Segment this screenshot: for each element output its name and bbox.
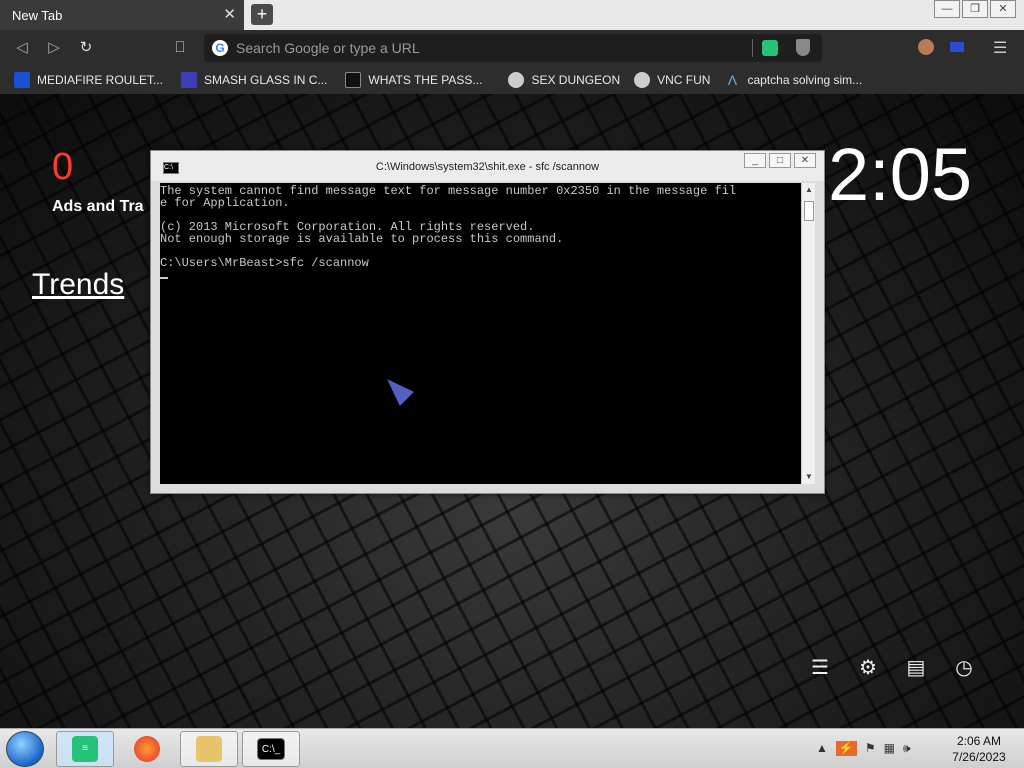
- address-placeholder: Search Google or type a URL: [236, 40, 420, 56]
- maximize-button[interactable]: ❐: [962, 0, 988, 18]
- shield-icon[interactable]: [796, 39, 810, 56]
- console-line: Not enough storage is available to proce…: [160, 232, 564, 246]
- lock-icon: [345, 72, 362, 88]
- console-line: e for Application.: [160, 196, 290, 210]
- bookmark-item[interactable]: SEX DUNGEON: [508, 72, 620, 88]
- console-prompt: C:\Users\MrBeast>sfc /scannow: [160, 256, 369, 270]
- reload-icon[interactable]: ↻: [76, 38, 96, 58]
- text-cursor: [160, 277, 168, 279]
- bookmarks-bar: MEDIAFIRE ROULET... SMASH GLASS IN C... …: [0, 66, 1024, 94]
- google-icon: G: [212, 40, 228, 56]
- folder-icon: [196, 736, 222, 762]
- close-tab-icon[interactable]: ✕: [223, 5, 236, 23]
- lambda-icon: Λ: [727, 72, 738, 88]
- bookmark-item[interactable]: SMASH GLASS IN C...: [181, 72, 327, 88]
- console-minimize-button[interactable]: _: [744, 153, 766, 168]
- flag-icon[interactable]: ⚑: [865, 741, 876, 756]
- scroll-down-icon[interactable]: ▼: [802, 470, 816, 484]
- window-controls: — ❐ ✕: [932, 0, 1016, 20]
- firefox-icon: [134, 736, 160, 762]
- taskbar-time: 2:06 AM: [956, 734, 1002, 748]
- bookmark-item[interactable]: Λcaptcha solving sim...: [724, 72, 862, 88]
- minimize-button[interactable]: —: [934, 0, 960, 18]
- console-window-controls: _ □ ✕: [741, 153, 816, 168]
- console-close-button[interactable]: ✕: [794, 153, 816, 168]
- close-window-button[interactable]: ✕: [990, 0, 1016, 18]
- taskbar-firefox[interactable]: [118, 731, 176, 767]
- mediafire-icon: [14, 72, 30, 88]
- tray-expand-icon[interactable]: ▲: [816, 741, 828, 756]
- profile-avatar[interactable]: [918, 39, 934, 55]
- omnibox-divider: [752, 39, 753, 57]
- taskbar-date: 7/26/2023: [952, 750, 1006, 764]
- notes-icon: ≡: [72, 736, 98, 762]
- ghost-icon: [508, 72, 525, 88]
- start-button[interactable]: [6, 731, 44, 767]
- ghost-icon: [634, 72, 651, 88]
- ads-trackers-label: Ads and Tra: [52, 198, 144, 215]
- taskbar-clock[interactable]: 2:06 AM 7/26/2023: [940, 733, 1018, 765]
- bookmark-item[interactable]: WHATS THE PASS...: [345, 72, 482, 88]
- sliders-icon[interactable]: ☰: [806, 654, 834, 682]
- browser-tabbar: New Tab ✕ + — ❐ ✕: [0, 0, 1024, 30]
- bookmark-item[interactable]: VNC FUN: [634, 72, 710, 88]
- address-bar[interactable]: G Search Google or type a URL: [204, 34, 822, 62]
- ntp-toolbar: ☰ ⚙ ▤ ◷: [806, 654, 998, 682]
- network-icon[interactable]: ▦: [884, 741, 895, 756]
- history-icon[interactable]: ◷: [950, 654, 978, 682]
- extension-blue-icon[interactable]: [950, 42, 964, 52]
- console-output[interactable]: The system cannot find message text for …: [160, 183, 801, 484]
- forward-icon[interactable]: ▷: [44, 38, 64, 58]
- console-title: C:\Windows\system32\shit.exe - sfc /scan…: [375, 161, 600, 173]
- bookmark-item[interactable]: MEDIAFIRE ROULET...: [14, 72, 163, 88]
- browser-toolbar: ◁ ▷ ↻ ⎕ G Search Google or type a URL ☰: [0, 30, 1024, 66]
- new-tab-button[interactable]: +: [251, 4, 273, 25]
- back-icon[interactable]: ◁: [12, 38, 32, 58]
- scroll-thumb[interactable]: [804, 201, 814, 221]
- ntp-clock: 2:05: [828, 133, 973, 216]
- system-tray: ▲ ⚡ ⚑ ▦ 🕪: [816, 741, 919, 756]
- volume-icon[interactable]: 🕪: [903, 741, 911, 756]
- smash-icon: [181, 72, 198, 88]
- tab-title: New Tab: [12, 8, 63, 23]
- bookmark-icon[interactable]: ▤: [902, 654, 930, 682]
- taskbar: ≡ C:\_ ▲ ⚡ ⚑ ▦ 🕪 2:06 AM 7/26/2023: [0, 728, 1024, 768]
- taskbar-file-explorer[interactable]: [180, 731, 238, 767]
- trends-link[interactable]: Trends: [32, 268, 124, 302]
- gear-icon[interactable]: ⚙: [854, 654, 882, 682]
- console-icon: C:\_: [257, 738, 285, 760]
- taskbar-command-prompt[interactable]: C:\_: [242, 731, 300, 767]
- scroll-up-icon[interactable]: ▲: [802, 183, 816, 197]
- console-scrollbar[interactable]: ▲ ▼: [801, 183, 815, 484]
- tab-new-tab[interactable]: New Tab ✕: [0, 0, 244, 30]
- ads-blocked-counter: 0: [52, 146, 74, 188]
- taskbar-notes-app[interactable]: ≡: [56, 731, 114, 767]
- extension-green-icon[interactable]: [762, 40, 778, 56]
- command-prompt-window[interactable]: C:\ C:\Windows\system32\shit.exe - sfc /…: [150, 150, 825, 494]
- console-maximize-button[interactable]: □: [769, 153, 791, 168]
- bookmark-star-icon[interactable]: ⎕: [170, 38, 190, 58]
- console-titlebar[interactable]: C:\ C:\Windows\system32\shit.exe - sfc /…: [151, 151, 824, 181]
- menu-icon[interactable]: ☰: [993, 38, 1007, 58]
- tray-app-icon[interactable]: ⚡: [835, 741, 857, 756]
